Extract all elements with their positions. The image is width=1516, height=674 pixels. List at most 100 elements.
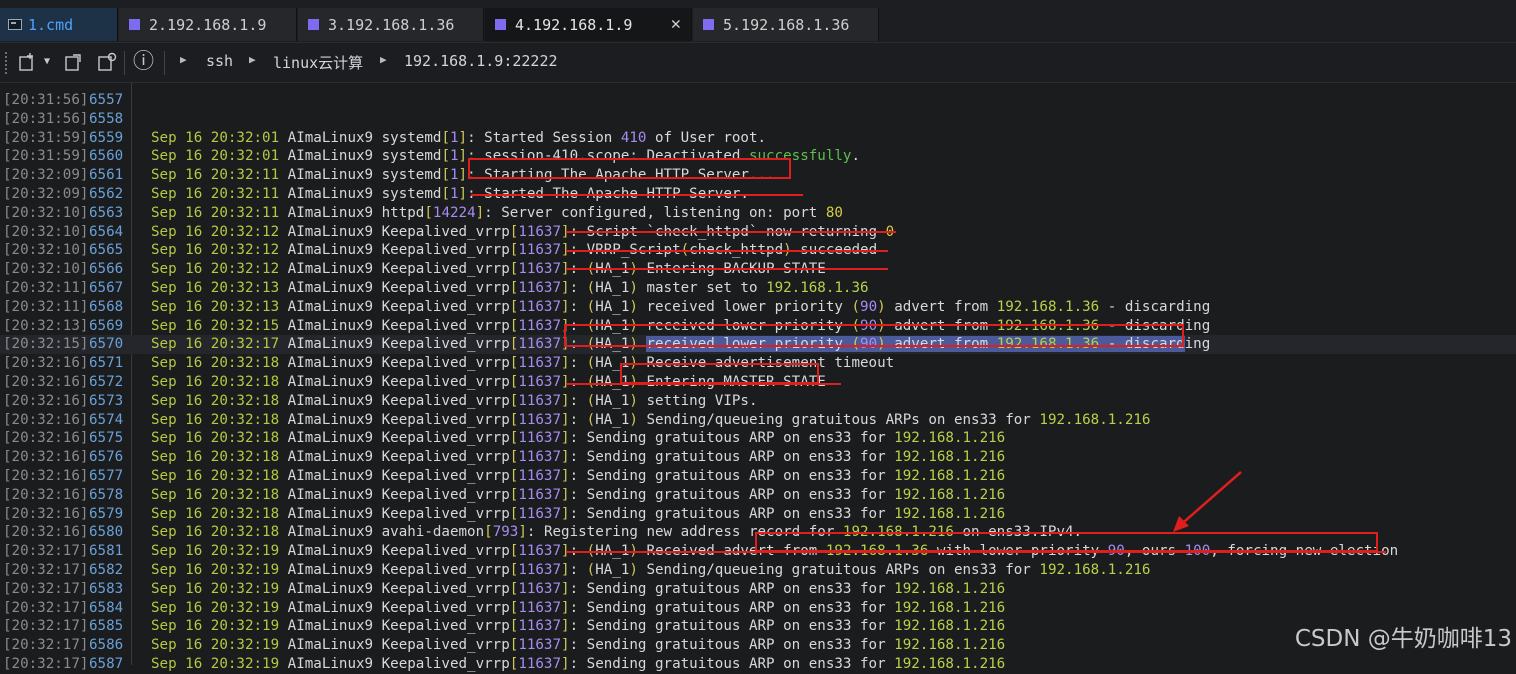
tab-4-active[interactable]: 4.192.168.1.9 ✕ — [485, 8, 692, 41]
log-process: Keepalived_vrrp — [381, 317, 510, 334]
breadcrumb-item[interactable]: 192.168.1.9:22222 — [404, 52, 558, 70]
log-row: [20:32:17] 6583 Sep 16 20:32:19 AImaLinux9… — [0, 580, 1516, 599]
log-pid: 11637 — [518, 543, 562, 560]
ssh-tab-icon — [129, 19, 140, 30]
log-message: Sep 16 20:32:19 AImaLinux9 Keepalived_vr… — [151, 656, 1006, 672]
log-host: AImaLinux9 — [287, 618, 374, 635]
line-number: 6584 — [89, 599, 124, 616]
log-timestamp: [20:31:59] — [3, 148, 89, 165]
tab-1-cmd[interactable]: 1.cmd — [0, 8, 118, 41]
close-tab-icon[interactable]: ✕ — [671, 14, 681, 34]
line-number: 6558 — [89, 110, 124, 127]
info-icon[interactable]: ⓘ — [133, 51, 154, 72]
log-row: [20:32:11] 6568 Sep 16 20:32:13 AImaLinux9… — [0, 298, 1516, 317]
log-pid: 11637 — [518, 449, 562, 466]
log-timestamp: [20:32:15] — [3, 336, 89, 353]
log-host: AImaLinux9 — [287, 204, 374, 221]
log-process: Keepalived_vrrp — [381, 242, 510, 259]
log-host: AImaLinux9 — [287, 580, 374, 597]
log-date: Sep 16 20:32:13 — [151, 298, 280, 315]
log-process: Keepalived_vrrp — [381, 580, 510, 597]
log-host: AImaLinux9 — [287, 599, 374, 616]
log-text: Sending gratuitous ARP on ens33 for — [586, 580, 895, 597]
log-text: 192.168.1.36 — [766, 280, 869, 296]
line-number: 6573 — [89, 392, 124, 409]
line-number: 6580 — [89, 524, 124, 541]
log-timestamp: [20:32:09] — [3, 186, 89, 202]
duplicate-tab-icon[interactable] — [64, 52, 86, 72]
log-host: AImaLinux9 — [287, 411, 374, 428]
tab-2[interactable]: 2.192.168.1.9 — [119, 8, 297, 41]
tab-label: 3.192.168.1.36 — [328, 15, 455, 34]
annotation-underline — [566, 551, 1386, 553]
line-number: 6557 — [89, 92, 124, 108]
breadcrumb-item[interactable]: linux云计算 — [273, 52, 363, 73]
log-timestamp: [20:32:13] — [3, 317, 89, 334]
log-timestamp: [20:32:17] — [3, 543, 89, 560]
log-text: Sending gratuitous ARP on ens33 for — [586, 656, 895, 672]
log-text: 90 — [860, 298, 878, 315]
log-date: Sep 16 20:32:19 — [151, 637, 280, 654]
log-host: AImaLinux9 — [287, 317, 374, 334]
line-number: 6563 — [89, 204, 124, 221]
tab-3[interactable]: 3.192.168.1.36 — [298, 8, 484, 41]
log-timestamp: [20:32:10] — [3, 261, 89, 278]
log-text: Started Session — [484, 129, 621, 146]
log-process: Keepalived_vrrp — [381, 505, 510, 522]
log-date: Sep 16 20:32:15 — [151, 317, 280, 334]
line-number: 6566 — [89, 261, 124, 278]
toolbar-grip-icon[interactable] — [4, 51, 8, 75]
tab-5[interactable]: 5.192.168.1.36 — [693, 8, 879, 41]
log-text: Server configured, listening on: port — [501, 204, 826, 221]
breadcrumb-item[interactable]: ssh — [206, 52, 233, 70]
log-pid: 1 — [449, 167, 459, 184]
log-pid: 11637 — [518, 637, 562, 654]
log-message: Sep 16 20:32:13 AImaLinux9 Keepalived_vr… — [151, 298, 1211, 315]
log-process: avahi-daemon — [381, 524, 485, 541]
log-host: AImaLinux9 — [287, 298, 374, 315]
log-text: 192.168.1.216 — [894, 618, 1006, 635]
log-pid: 11637 — [518, 392, 562, 409]
log-host: AImaLinux9 — [287, 148, 374, 165]
log-row: [20:32:17] 6586 Sep 16 20:32:19 AImaLinux9… — [0, 636, 1516, 655]
log-text: Sending gratuitous ARP on ens33 for — [586, 486, 895, 503]
log-date: Sep 16 20:32:19 — [151, 618, 280, 635]
log-host: AImaLinux9 — [287, 486, 374, 503]
log-host: AImaLinux9 — [287, 355, 374, 372]
log-message: Sep 16 20:32:18 AImaLinux9 Keepalived_vr… — [151, 486, 1006, 503]
log-process: Keepalived_vrrp — [381, 449, 510, 466]
log-row: [20:31:56] 6557 — [0, 91, 1516, 110]
log-message: Sep 16 20:32:19 AImaLinux9 Keepalived_vr… — [151, 599, 1006, 616]
log-pid: 1 — [449, 129, 459, 146]
reconnect-icon[interactable] — [97, 52, 119, 72]
line-number: 6560 — [89, 148, 124, 165]
log-date: Sep 16 20:32:12 — [151, 261, 280, 278]
bracket: ] — [458, 129, 468, 146]
log-date: Sep 16 20:32:12 — [151, 242, 280, 259]
breadcrumb-arrow-icon: ▶ — [249, 53, 256, 66]
log-timestamp: [20:32:09] — [3, 167, 89, 184]
log-process: systemd — [381, 167, 442, 184]
log-text: Sending gratuitous ARP on ens33 for — [586, 449, 895, 466]
new-tab-icon[interactable] — [18, 52, 40, 72]
log-date: Sep 16 20:32:18 — [151, 505, 280, 522]
log-text: 192.168.1.216 — [894, 486, 1006, 503]
bracket: [ — [441, 167, 450, 184]
breadcrumb-arrow-icon: ▶ — [380, 53, 387, 66]
tab-label: 2.192.168.1.9 — [149, 15, 267, 34]
log-host: AImaLinux9 — [287, 280, 374, 296]
log-process: Keepalived_vrrp — [381, 280, 510, 296]
log-text: received lower priority — [637, 298, 852, 315]
log-pid: 11637 — [518, 242, 562, 259]
log-host: AImaLinux9 — [287, 543, 374, 560]
log-text: ( — [586, 298, 596, 315]
annotation-underline — [566, 383, 841, 385]
chevron-down-icon[interactable]: ▼ — [44, 52, 50, 72]
log-process: systemd — [381, 148, 442, 165]
log-text: 192.168.1.216 — [894, 468, 1006, 484]
bracket: ] — [561, 392, 570, 409]
log-pid: 11637 — [518, 618, 562, 635]
log-pid: 1 — [449, 186, 459, 202]
line-number: 6585 — [89, 618, 124, 635]
bracket: ] — [561, 468, 570, 484]
